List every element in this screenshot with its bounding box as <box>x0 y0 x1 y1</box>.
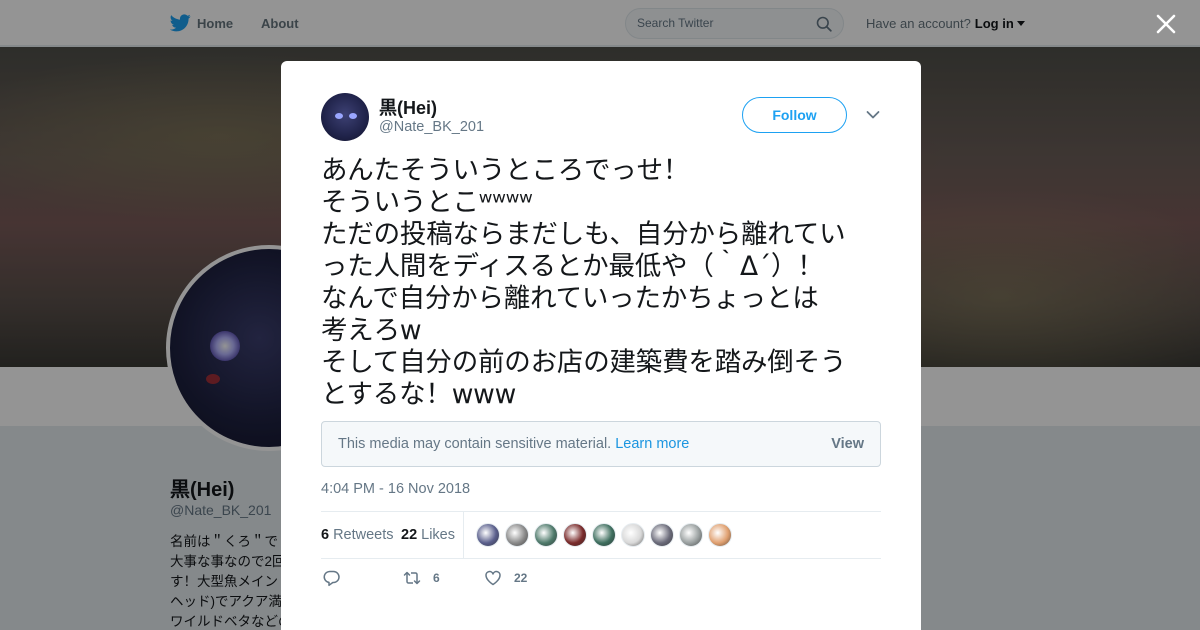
liker-avatar[interactable] <box>563 523 587 547</box>
view-media-button[interactable]: View <box>831 436 864 452</box>
retweet-count: 6 <box>321 527 330 543</box>
avatar-eye <box>349 113 357 119</box>
close-icon[interactable] <box>1154 12 1178 36</box>
tweet-line: そして自分の前のお店の建築費を踏み倒そう <box>321 347 847 378</box>
heart-icon <box>485 570 501 586</box>
follow-button[interactable]: Follow <box>742 97 847 133</box>
tweet-modal: 黒(Hei) @Nate_BK_201 Follow あんたそういうところでっせ… <box>281 61 921 630</box>
liker-avatar[interactable] <box>650 523 674 547</box>
stats-divider <box>463 512 464 558</box>
sensitive-text: This media may contain sensitive materia… <box>338 436 612 452</box>
avatar-eye <box>335 113 343 119</box>
tweet-line: あんたそういうところでっせ！ <box>321 155 690 186</box>
tweet-timestamp[interactable]: 4:04 PM - 16 Nov 2018 <box>321 481 470 497</box>
retweet-action-count: 6 <box>433 571 440 585</box>
liker-avatar[interactable] <box>592 523 616 547</box>
retweet-stat[interactable]: 6 Retweets <box>321 527 394 543</box>
tweet-line: った人間をディスるとか最低や（｀Δ´）！ <box>321 251 824 282</box>
tweet-line: とするな！www <box>321 379 517 410</box>
like-button[interactable]: 22 <box>484 569 527 587</box>
retweet-icon <box>403 571 421 585</box>
liker-avatar[interactable] <box>505 523 529 547</box>
retweet-stat-label: Retweets <box>333 527 394 543</box>
author-handle[interactable]: @Nate_BK_201 <box>379 119 484 135</box>
chevron-down-icon[interactable] <box>866 110 880 120</box>
liker-avatar[interactable] <box>534 523 558 547</box>
liker-avatar[interactable] <box>476 523 500 547</box>
liker-avatar[interactable] <box>621 523 645 547</box>
tweet-text: あんたそういうところでっせ！ そういうとこʷʷʷʷ ただの投稿ならまだしも、自分… <box>321 155 886 411</box>
liker-avatar[interactable] <box>708 523 732 547</box>
likes-stat[interactable]: 22 Likes <box>401 527 455 543</box>
author-avatar[interactable] <box>321 93 369 141</box>
likes-count: 22 <box>401 527 418 543</box>
tweet-actions: 6 22 <box>321 569 881 593</box>
learn-more-link[interactable]: Learn more <box>615 436 689 452</box>
sensitive-media-notice: This media may contain sensitive materia… <box>321 421 881 467</box>
tweet-line: ただの投稿ならまだしも、自分から離れてい <box>321 219 846 250</box>
retweet-button[interactable]: 6 <box>403 569 440 587</box>
liker-avatars <box>476 523 737 547</box>
tweet-line: 考えろw <box>321 315 422 346</box>
tweet-line: なんで自分から離れていったかちょっとは <box>321 283 819 314</box>
like-action-count: 22 <box>514 571 528 585</box>
liker-avatar[interactable] <box>679 523 703 547</box>
tweet-line: そういうとこʷʷʷʷ <box>321 187 533 218</box>
author-name[interactable]: 黒(Hei) <box>379 94 437 120</box>
tweet-stats: 6 Retweets 22 Likes <box>321 511 881 559</box>
sensitive-message: This media may contain sensitive materia… <box>338 436 689 452</box>
likes-stat-label: Likes <box>421 527 455 543</box>
reply-icon <box>323 570 340 587</box>
reply-button[interactable] <box>323 569 353 587</box>
